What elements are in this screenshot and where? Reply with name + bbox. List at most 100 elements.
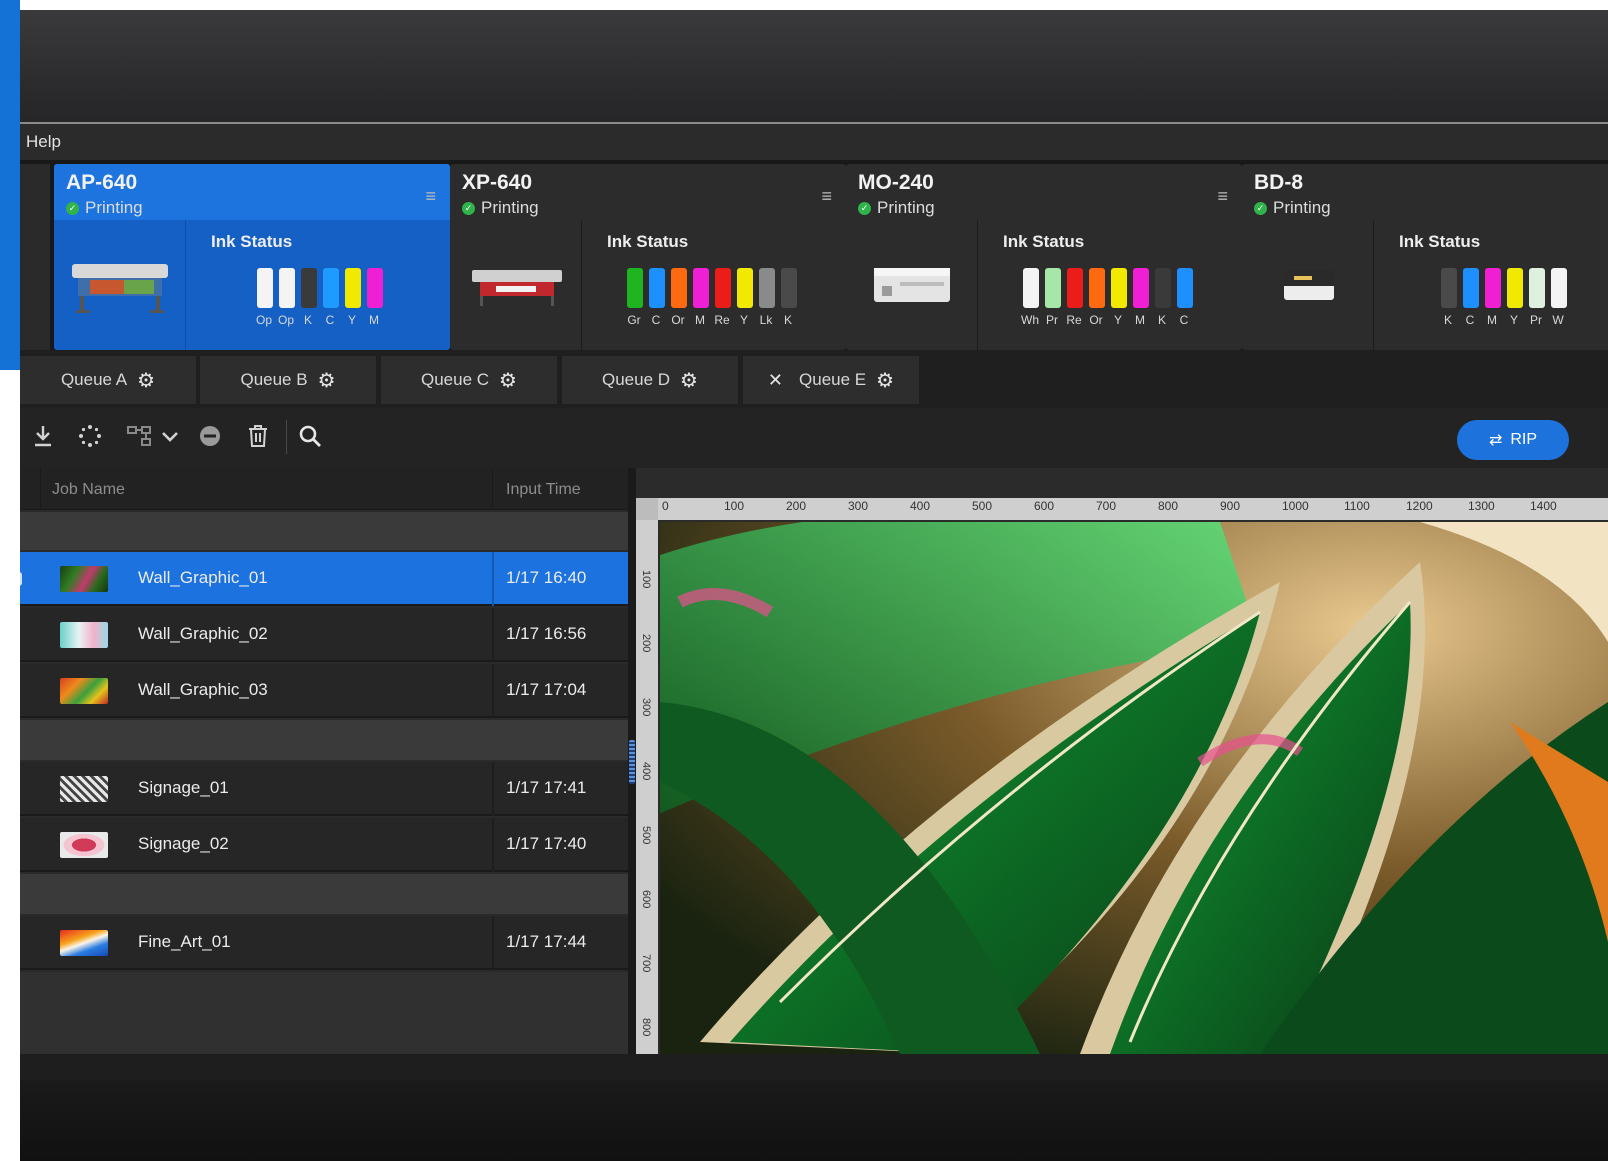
group-header-row[interactable] xyxy=(20,512,628,550)
printer-card-mo-240[interactable]: MO-240 ✓ Printing ≡ Ink Status Wh Pr Re … xyxy=(846,164,1242,350)
ink-level-bar xyxy=(1441,268,1457,308)
group-header-row[interactable] xyxy=(20,874,628,914)
job-thumbnail xyxy=(60,930,108,956)
group-header-row[interactable] xyxy=(20,720,628,760)
gear-icon[interactable]: ⚙ xyxy=(137,368,155,393)
ink-level-bar xyxy=(1067,268,1083,308)
printer-name: AP-640 xyxy=(66,171,138,194)
ink-level-bar xyxy=(257,268,273,308)
tab-queue-c[interactable]: Queue C ⚙ xyxy=(381,356,557,404)
job-name: Wall_Graphic_02 xyxy=(138,624,268,643)
hamburger-menu-icon[interactable]: ≡ xyxy=(821,186,832,207)
printer-card-bd-8[interactable]: BD-8 ✓ Printing Ink Status K C M Y Pr W xyxy=(1242,164,1608,350)
download-icon[interactable] xyxy=(32,424,54,448)
menu-help[interactable]: Help xyxy=(26,132,61,152)
hamburger-menu-icon[interactable]: ≡ xyxy=(425,186,436,207)
tab-queue-b[interactable]: Queue B ⚙ xyxy=(200,356,376,404)
tab-queue-a[interactable]: Queue A ⚙ xyxy=(20,356,196,404)
column-header-input-time[interactable]: Input Time xyxy=(506,481,581,499)
printer-card-xp-640[interactable]: XP-640 ✓ Printing ≡ Ink Status Gr C Or M… xyxy=(450,164,846,350)
table-row[interactable]: Fine_Art_01 1/17 17:44 xyxy=(20,916,628,970)
printer-image-area xyxy=(54,220,186,350)
swap-icon: ⇄ xyxy=(1488,432,1503,449)
splitter-handle[interactable] xyxy=(629,740,635,784)
printer-cards-strip: AP-640 ✓ Printing ≡ Ink Status Op Op K C… xyxy=(20,160,1608,350)
ink-label: Op xyxy=(277,313,294,327)
job-input-time: 1/17 17:40 xyxy=(506,834,587,853)
column-divider xyxy=(492,468,493,510)
job-list-header: Job Name Input Time xyxy=(20,468,628,510)
printer-card-offscreen xyxy=(20,164,50,350)
chevron-down-icon[interactable] xyxy=(160,424,180,448)
ink-level-bar xyxy=(1045,268,1061,308)
ink-label: Y xyxy=(739,313,748,327)
horizontal-ruler: 0 100 200 300 400 500 600 700 800 900 1000 1100 1200… xyxy=(658,498,1608,520)
gear-icon[interactable]: ⚙ xyxy=(876,368,894,393)
job-input-time: 1/17 17:41 xyxy=(506,778,587,797)
ruler-tick-label: 600 xyxy=(1034,499,1055,513)
compact-printer-icon xyxy=(1284,270,1334,300)
ink-label: K xyxy=(1443,313,1452,327)
ruler-tick-label: 500 xyxy=(972,499,993,513)
gear-icon[interactable]: ⚙ xyxy=(499,368,517,393)
ink-label: C xyxy=(1465,313,1475,327)
ink-label: Lk xyxy=(759,313,773,327)
stop-icon[interactable] xyxy=(198,424,222,448)
app-window: Help AP-640 ✓ Printing ≡ Ink Status Op O… xyxy=(20,124,1608,1080)
ink-status-title: Ink Status xyxy=(1003,232,1085,251)
table-row[interactable]: Signage_02 1/17 17:40 xyxy=(20,818,628,872)
ink-label: Or xyxy=(671,313,685,327)
ink-label: M xyxy=(1487,313,1497,327)
table-row[interactable]: Signage_01 1/17 17:41 xyxy=(20,762,628,816)
toolbar-separator xyxy=(286,420,287,454)
search-icon[interactable] xyxy=(298,424,322,448)
hamburger-menu-icon[interactable]: ≡ xyxy=(1217,186,1228,207)
printer-name: MO-240 xyxy=(858,171,934,194)
column-header-job-name[interactable]: Job Name xyxy=(52,481,125,499)
job-name: Signage_01 xyxy=(138,778,229,797)
job-input-time: 1/17 16:40 xyxy=(506,568,587,587)
column-divider xyxy=(492,916,494,970)
ink-label: C xyxy=(325,313,335,327)
ink-level-bar xyxy=(1485,268,1501,308)
queue-tabs: Queue A ⚙ Queue B ⚙ Queue C ⚙ Queue D ⚙ … xyxy=(20,350,1608,408)
gear-icon[interactable]: ⚙ xyxy=(318,368,336,393)
table-row[interactable]: Wall_Graphic_03 1/17 17:04 xyxy=(20,664,628,718)
status-ok-icon: ✓ xyxy=(858,201,871,215)
ink-level-bar xyxy=(715,268,731,308)
tab-queue-e[interactable]: ✕ Queue E ⚙ xyxy=(743,356,919,404)
ink-status-panel: Ink Status Wh Pr Re Or Y M K C xyxy=(979,220,1242,350)
tab-queue-d[interactable]: Queue D ⚙ xyxy=(562,356,738,404)
table-row[interactable]: Wall_Graphic_02 1/17 16:56 xyxy=(20,608,628,662)
gear-icon[interactable]: ⚙ xyxy=(680,368,698,393)
ink-label: Re xyxy=(714,313,730,327)
ink-label: Y xyxy=(1509,313,1518,327)
queue-label: Queue E xyxy=(799,370,867,389)
trash-icon[interactable] xyxy=(246,424,270,448)
ink-status-panel: Ink Status K C M Y Pr W xyxy=(1375,220,1608,350)
desktop-printer-icon xyxy=(874,268,950,302)
empty-list-area xyxy=(20,972,628,1054)
monitor-bezel-top xyxy=(20,10,1608,122)
ruler-tick-label: 1300 xyxy=(1468,499,1495,513)
ink-level-bar xyxy=(627,268,643,308)
layout-group-icon[interactable] xyxy=(126,424,154,448)
status-ok-icon: ✓ xyxy=(462,201,475,215)
printer-card-header: XP-640 ✓ Printing ≡ xyxy=(450,164,846,220)
ruler-tick-label: 600 xyxy=(640,890,652,909)
close-icon[interactable]: ✕ xyxy=(768,370,783,391)
printer-card-ap-640[interactable]: AP-640 ✓ Printing ≡ Ink Status Op Op K C… xyxy=(54,164,450,350)
spinner-icon[interactable] xyxy=(78,424,102,448)
ink-labels: Gr C Or M Re Y Lk K xyxy=(625,313,797,327)
job-name: Fine_Art_01 xyxy=(138,932,231,951)
ruler-tick-label: 400 xyxy=(910,499,931,513)
ruler-tick-label: 1100 xyxy=(1344,499,1370,513)
ruler-tick-label: 100 xyxy=(724,499,745,513)
ruler-tick-label: 1400 xyxy=(1530,499,1557,513)
printer-status-text: Printing xyxy=(1273,198,1331,217)
rip-button[interactable]: ⇄ RIP xyxy=(1457,420,1569,460)
table-row[interactable]: Wall_Graphic_01 1/17 16:40 xyxy=(20,552,628,606)
ink-status-panel: Ink Status Op Op K C Y M xyxy=(187,220,450,350)
artwork-preview-image[interactable] xyxy=(660,522,1608,1054)
ruler-corner xyxy=(636,498,658,520)
